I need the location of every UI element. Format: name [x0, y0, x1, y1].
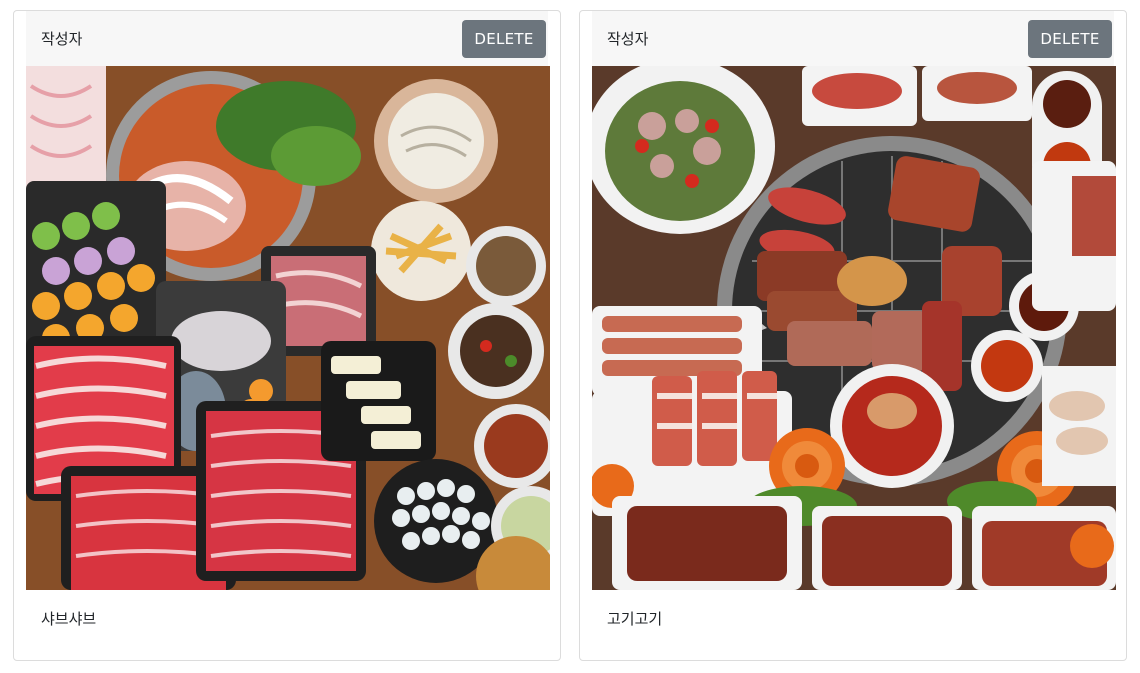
- card-header: 작성자 DELETE: [592, 11, 1114, 66]
- author-label: 작성자: [41, 30, 83, 48]
- food-photo: [26, 66, 550, 590]
- post-card: 작성자 DELETE: [579, 10, 1127, 661]
- delete-button[interactable]: DELETE: [462, 19, 546, 58]
- author-label: 작성자: [607, 30, 649, 48]
- delete-button[interactable]: DELETE: [1028, 19, 1112, 58]
- food-photo: [592, 66, 1116, 590]
- card-header: 작성자 DELETE: [26, 11, 548, 66]
- post-card: 작성자 DELETE: [13, 10, 561, 661]
- shabu-shabu-illustration: [26, 66, 550, 590]
- card-title: 샤브샤브: [41, 610, 97, 628]
- korean-bbq-illustration: [592, 66, 1116, 590]
- card-title: 고기고기: [607, 610, 663, 628]
- card-grid: 작성자 DELETE 샤브샤브 작성자 DELETE 고기고기: [0, 0, 1140, 673]
